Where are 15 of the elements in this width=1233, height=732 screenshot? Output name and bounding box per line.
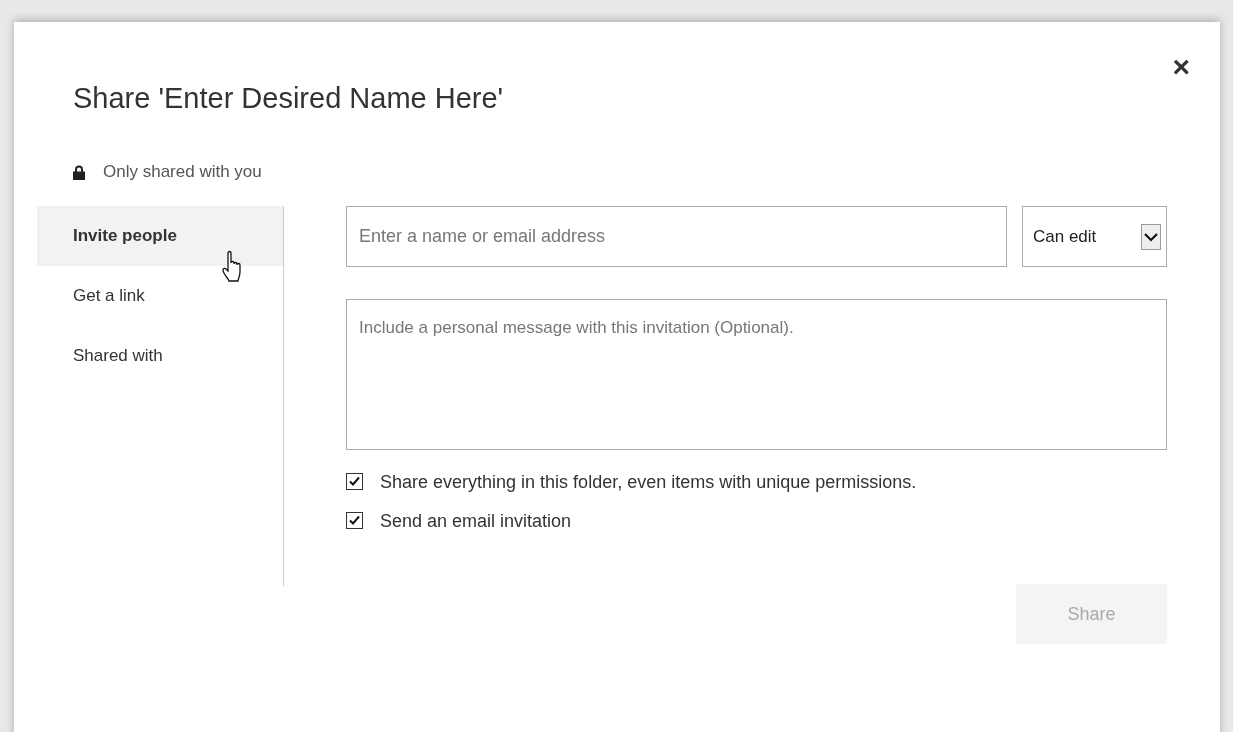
caret-icon bbox=[1141, 223, 1161, 250]
sidebar-item[interactable]: Invite people bbox=[37, 206, 283, 266]
checkbox-label: Share everything in this folder, even items with unique permissions. bbox=[380, 472, 917, 492]
checkbox[interactable] bbox=[346, 473, 363, 490]
checkbox-label: Send an email invitation bbox=[380, 511, 572, 531]
dialog-title: Share 'Enter Desired Name Here' bbox=[73, 81, 505, 116]
sharing-status: Only shared with you bbox=[103, 162, 262, 182]
permission-dropdown[interactable]: Can edit bbox=[1022, 206, 1167, 267]
sidebar-item[interactable]: Get a link bbox=[37, 266, 283, 326]
lock-icon bbox=[73, 164, 85, 180]
name-input-field[interactable]: Enter a name or email address bbox=[346, 206, 1007, 267]
checkbox[interactable] bbox=[346, 512, 363, 529]
close-button[interactable]: × bbox=[1168, 52, 1194, 82]
sidebar-item[interactable]: Shared with bbox=[37, 326, 283, 386]
message-field[interactable]: Include a personal message with this invitation (Optional). bbox=[346, 299, 1167, 450]
